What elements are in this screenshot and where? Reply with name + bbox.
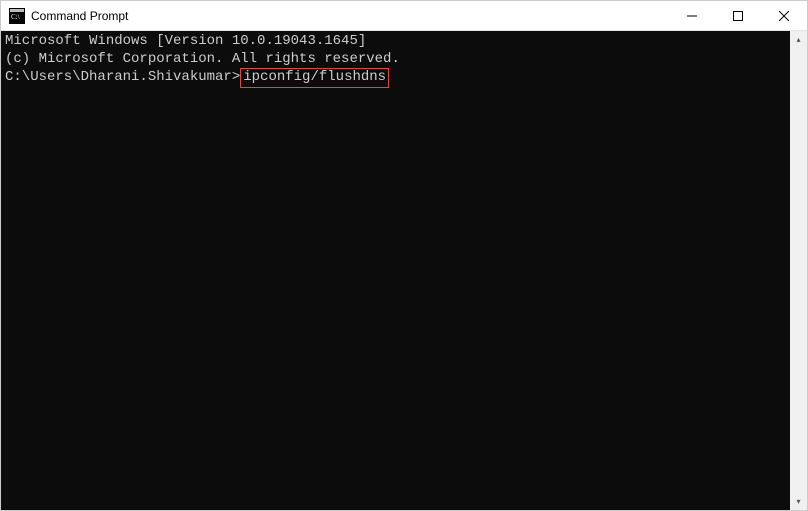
maximize-button[interactable] xyxy=(715,1,761,30)
close-icon xyxy=(779,11,789,21)
maximize-icon xyxy=(733,11,743,21)
scroll-down-arrow-icon[interactable]: ▾ xyxy=(790,493,807,510)
close-button[interactable] xyxy=(761,1,807,30)
vertical-scrollbar[interactable]: ▴ ▾ xyxy=(790,31,807,510)
terminal-line-version: Microsoft Windows [Version 10.0.19043.16… xyxy=(5,33,786,51)
scroll-up-arrow-icon[interactable]: ▴ xyxy=(790,31,807,48)
terminal-output[interactable]: Microsoft Windows [Version 10.0.19043.16… xyxy=(1,31,790,510)
scroll-track[interactable] xyxy=(790,48,807,493)
terminal-prompt-line: C:\Users\Dharani.Shivakumar>ipconfig/flu… xyxy=(5,68,786,88)
window-title: Command Prompt xyxy=(31,9,669,23)
cmd-icon: C:\ xyxy=(9,8,25,24)
command-prompt-window: C:\ Command Prompt Micro xyxy=(0,0,808,511)
titlebar[interactable]: C:\ Command Prompt xyxy=(1,1,807,31)
minimize-button[interactable] xyxy=(669,1,715,30)
entered-command: ipconfig/flushdns xyxy=(240,68,389,88)
minimize-icon xyxy=(687,11,697,21)
svg-text:C:\: C:\ xyxy=(11,13,20,21)
terminal-wrapper: Microsoft Windows [Version 10.0.19043.16… xyxy=(1,31,807,510)
terminal-line-copyright: (c) Microsoft Corporation. All rights re… xyxy=(5,51,786,69)
window-controls xyxy=(669,1,807,30)
prompt-path: C:\Users\Dharani.Shivakumar> xyxy=(5,69,240,85)
